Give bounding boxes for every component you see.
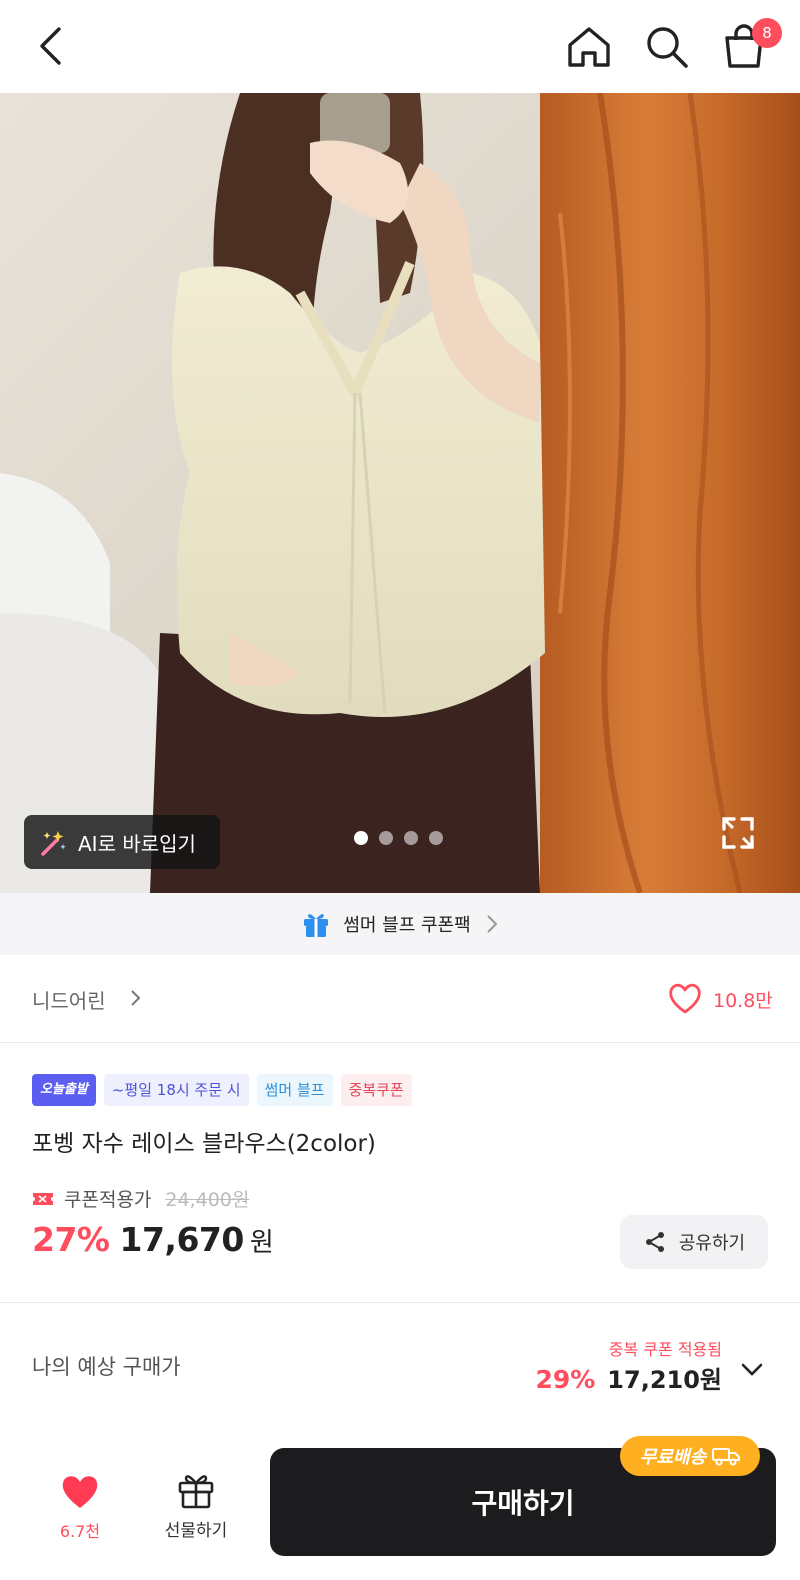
coupon-price-label: 쿠폰적용가 [64, 1189, 152, 1211]
store-row: 니드어린 10.8만 [0, 955, 800, 1043]
magic-wand-icon [41, 831, 66, 856]
back-icon[interactable] [30, 24, 74, 68]
sale-price: 17,670 [119, 1220, 245, 1259]
share-label: 공유하기 [678, 1233, 746, 1254]
ai-try-on-label: AI로 바로입기 [78, 831, 196, 856]
tag-today-shipping: 오늘출발 [32, 1074, 96, 1106]
carousel-dot-4[interactable] [429, 831, 443, 845]
product-photo [0, 93, 800, 893]
product-tags: 오늘출발 ~평일 18시 주문 시 썸머 블프 중복쿠폰 [32, 1074, 412, 1106]
estimated-price: 29% 17,210원 [535, 1360, 722, 1395]
home-icon[interactable] [566, 24, 612, 70]
heart-filled-icon [62, 1476, 98, 1508]
carousel-dot-1[interactable] [354, 831, 368, 845]
top-navigation-bar: 8 [0, 0, 800, 93]
tag-summer-sale: 썸머 블프 [256, 1074, 333, 1106]
delivery-truck-icon [712, 1448, 741, 1466]
buy-label: 구매하기 [471, 1487, 575, 1520]
gift-icon [178, 1475, 214, 1509]
chevron-down-icon[interactable] [740, 1360, 764, 1378]
carousel-dot-3[interactable] [404, 831, 418, 845]
like-button[interactable]: 6.7천 [42, 1474, 118, 1542]
store-like-count: 10.8만 [713, 990, 773, 1012]
chevron-right-icon[interactable] [130, 989, 142, 1007]
expand-icon[interactable] [720, 815, 756, 851]
coupon-ticket-icon [33, 1192, 53, 1205]
free-shipping-badge: 무료배송 [620, 1436, 760, 1476]
store-name-link[interactable]: 니드어린 [32, 985, 106, 1014]
share-button[interactable]: 공유하기 [620, 1215, 768, 1269]
gift-button[interactable]: 선물하기 [156, 1470, 236, 1541]
tag-order-cutoff: ~평일 18시 주문 시 [103, 1074, 249, 1106]
price-row: 27% 17,670 원 [32, 1220, 274, 1259]
product-title: 포벵 자수 레이스 블라우스(2color) [32, 1131, 376, 1157]
carousel-dot-2[interactable] [379, 831, 393, 845]
coupon-price-line: 쿠폰적용가 24,400원 [32, 1185, 249, 1212]
currency-unit: 원 [249, 1228, 274, 1258]
coupon-pack-banner[interactable]: 썸머 블프 쿠폰팩 [0, 893, 800, 955]
cart-count-badge: 8 [752, 18, 782, 48]
like-count: 6.7천 [59, 1522, 101, 1541]
discount-rate: 27% [32, 1220, 110, 1259]
chevron-right-icon [486, 915, 498, 933]
stack-coupon-applied-note: 중복 쿠폰 적용됨 [608, 1340, 722, 1359]
coupon-pack-label: 썸머 블프 쿠폰팩 [343, 915, 471, 936]
search-icon[interactable] [644, 24, 690, 70]
heart-outline-icon[interactable] [668, 983, 702, 1015]
product-image-carousel[interactable]: AI로 바로입기 [0, 93, 800, 893]
gift-box-icon [304, 914, 329, 937]
estimated-amount: 17,210원 [607, 1366, 722, 1394]
share-icon [645, 1232, 664, 1252]
ai-try-on-button[interactable]: AI로 바로입기 [24, 815, 220, 869]
carousel-pagination [354, 831, 443, 845]
original-price: 24,400원 [165, 1189, 250, 1211]
bottom-action-bar: 6.7천 선물하기 구매하기 무료배송 [0, 1424, 800, 1580]
free-shipping-label: 무료배송 [639, 1447, 707, 1468]
estimated-discount-rate: 29% [535, 1365, 596, 1394]
gift-label: 선물하기 [164, 1521, 228, 1541]
section-divider [0, 1302, 800, 1303]
tag-stack-coupon: 중복쿠폰 [340, 1074, 412, 1106]
estimated-price-label: 나의 예상 구매가 [32, 1355, 181, 1379]
